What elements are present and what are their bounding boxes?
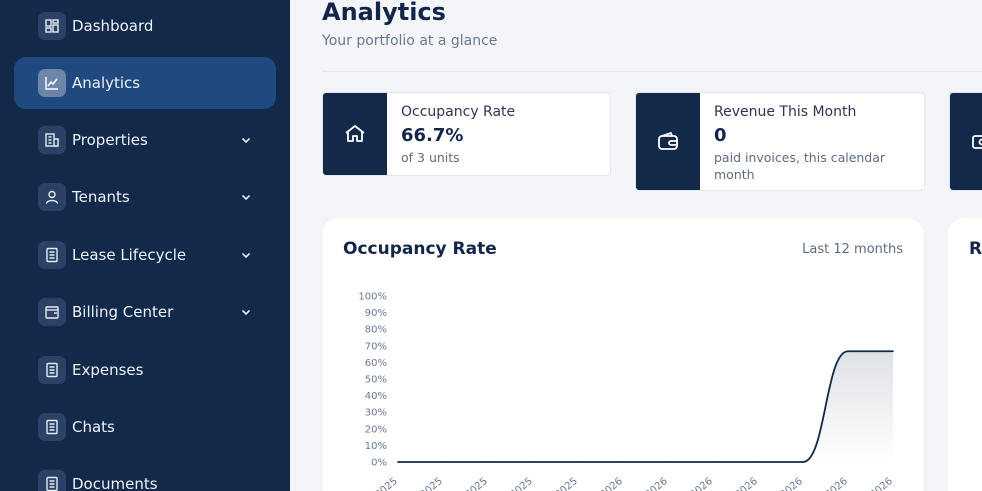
data-point[interactable] [532, 461, 534, 463]
stat-card-revenue: Revenue This Month 0 paid invoices, this… [635, 92, 925, 191]
x-tick-label: 2026 [868, 476, 895, 491]
y-tick-label: 10% [365, 441, 387, 452]
data-point[interactable] [622, 461, 624, 463]
x-tick-label: 2026 [733, 476, 760, 491]
sidebar-item-properties[interactable]: Properties [14, 114, 276, 166]
wallet-icon [636, 93, 700, 190]
sidebar-item-label: Dashboard [72, 17, 154, 35]
dashboard-icon [38, 12, 66, 40]
chevron-down-icon[interactable] [240, 249, 252, 261]
sidebar-item-lease-lifecycle[interactable]: Lease Lifecycle [14, 229, 276, 281]
y-tick-label: 80% [365, 325, 387, 336]
sidebar-item-label: Documents [72, 475, 158, 491]
x-tick-label: 2026 [598, 476, 625, 491]
document-icon [38, 413, 66, 441]
stat-label: Occupancy Rate [401, 104, 516, 120]
stat-sub: paid invoices, this calendar month [714, 150, 886, 182]
data-point[interactable] [847, 350, 849, 353]
occupancy-chart: 100% 90% 80% 70% 60% 50% 40% 30% 20% 10% 0% 2025 202… [358, 292, 895, 491]
sidebar-item-documents[interactable]: Documents [14, 458, 276, 491]
stat-sub: of 3 units [401, 150, 460, 165]
data-point[interactable] [577, 461, 579, 463]
sidebar-item-label: Expenses [72, 361, 144, 379]
document-icon [38, 470, 66, 491]
building-icon [38, 126, 66, 154]
stat-value: 0 [714, 125, 727, 146]
sidebar-item-label: Lease Lifecycle [72, 246, 187, 264]
sidebar-item-label: Analytics [72, 74, 141, 92]
document-icon [38, 356, 66, 384]
sidebar-item-chats[interactable]: Chats [14, 401, 276, 453]
y-tick-label: 90% [365, 308, 387, 319]
chevron-down-icon[interactable] [240, 191, 252, 203]
x-tick-label: 2025 [553, 476, 580, 491]
header-divider [322, 71, 982, 72]
x-tick-label: 2025 [373, 476, 400, 491]
sidebar-item-dashboard[interactable]: Dashboard [14, 0, 276, 52]
chevron-down-icon[interactable] [240, 134, 252, 146]
stat-label: Revenue This Month [714, 104, 857, 120]
sidebar-item-label: Billing Center [72, 303, 174, 321]
document-icon [38, 241, 66, 269]
page-subtitle: Your portfolio at a glance [322, 33, 498, 49]
page-title: Analytics [322, 0, 446, 26]
second-chart-card: Re [948, 218, 982, 491]
x-tick-label: 2026 [643, 476, 670, 491]
chevron-down-icon[interactable] [240, 306, 252, 318]
y-tick-label: 50% [365, 375, 387, 386]
y-tick-label: 0% [371, 458, 387, 469]
y-tick-label: 70% [365, 341, 387, 352]
chart-title: Re [969, 239, 982, 259]
stat-card-occupancy: Occupancy Rate 66.7% of 3 units [322, 92, 611, 176]
sidebar-item-billing-center[interactable]: Billing Center [14, 286, 276, 338]
money-icon [950, 93, 982, 190]
stat-value: 66.7% [401, 125, 464, 146]
data-point[interactable] [397, 461, 399, 463]
sidebar-item-label: Properties [72, 131, 148, 149]
data-point[interactable] [442, 461, 444, 463]
sidebar-item-analytics[interactable]: Analytics [14, 57, 276, 109]
x-tick-label: 2026 [688, 476, 715, 491]
y-tick-label: 60% [365, 358, 387, 369]
sidebar-item-label: Chats [72, 418, 115, 436]
data-point[interactable] [487, 461, 489, 463]
wallet-icon [38, 298, 66, 326]
x-tick-label: 2025 [463, 476, 490, 491]
x-tick-label: 2026 [778, 476, 805, 491]
data-point[interactable] [667, 461, 669, 463]
x-tick-label: 2025 [508, 476, 535, 491]
x-tick-label: 2025 [418, 476, 445, 491]
data-point[interactable] [892, 350, 894, 353]
user-icon [38, 183, 66, 211]
home-icon [323, 93, 387, 175]
sidebar-item-tenants[interactable]: Tenants [14, 171, 276, 223]
y-tick-label: 30% [365, 408, 387, 419]
y-tick-label: 40% [365, 391, 387, 402]
occupancy-area-fill [398, 351, 893, 462]
y-tick-label: 20% [365, 424, 387, 435]
sidebar: Dashboard Analytics Properties Tenants Lease… [0, 0, 290, 491]
main-content: Analytics Your portfolio at a glance Occ… [290, 0, 982, 491]
data-point[interactable] [757, 461, 759, 463]
stat-card-partial [949, 92, 982, 191]
x-tick-label: 2026 [823, 476, 850, 491]
y-tick-label: 100% [358, 292, 387, 303]
data-point[interactable] [802, 461, 804, 463]
occupancy-chart-card: Occupancy Rate Last 12 months 100% 90% 80%… [322, 218, 924, 491]
data-point[interactable] [712, 461, 714, 463]
sidebar-item-expenses[interactable]: Expenses [14, 344, 276, 396]
sidebar-item-label: Tenants [72, 188, 130, 206]
chart-line-icon [38, 69, 66, 97]
